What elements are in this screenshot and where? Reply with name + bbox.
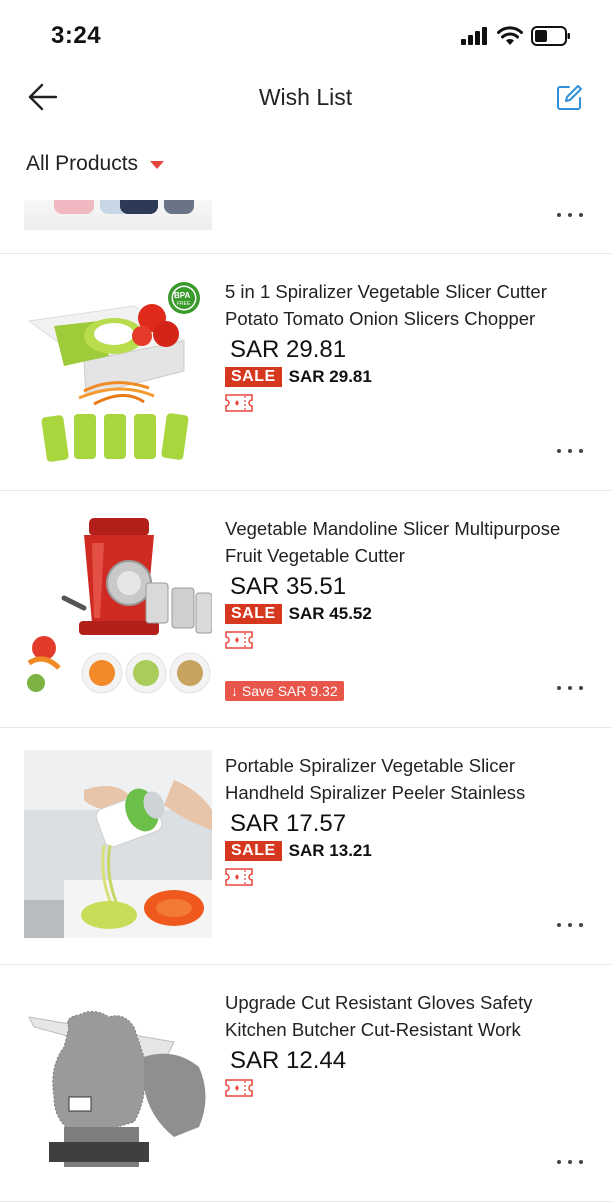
product-title[interactable]: Upgrade Cut Resistant Gloves Safety Kitc…	[225, 989, 585, 1043]
bpa-free-badge-sublabel: FREE	[177, 301, 191, 307]
sale-price: SAR 13.21	[288, 841, 372, 860]
status-time: 3:24	[51, 22, 102, 49]
caret-down-icon	[150, 161, 165, 169]
product-image	[24, 750, 212, 938]
sale-row: SALE SAR 45.52	[225, 604, 372, 624]
list-item[interactable]: Vegetable Mandoline Slicer Multipurpose …	[0, 491, 611, 728]
sale-badge: SALE	[225, 604, 282, 624]
coupon-icon	[225, 631, 253, 649]
product-image	[24, 513, 212, 701]
product-image	[24, 200, 212, 230]
sale-badge: SALE	[225, 841, 282, 861]
more-options-button[interactable]	[557, 446, 583, 456]
bpa-free-badge-label: BPA	[174, 291, 191, 300]
product-title[interactable]: 5 in 1 Spiralizer Vegetable Slicer Cutte…	[225, 278, 585, 332]
wish-list: BPA FREE 5 in 1 Spiralizer Vegetable Sli…	[0, 254, 611, 1202]
product-title[interactable]: Portable Spiralizer Vegetable Slicer Han…	[225, 752, 585, 806]
list-item[interactable]: Portable Spiralizer Vegetable Slicer Han…	[0, 728, 611, 965]
coupon-icon	[225, 868, 253, 886]
more-options-button[interactable]	[557, 683, 583, 693]
savings-badge: ↓ Save SAR 9.32	[225, 681, 344, 701]
product-image: BPA FREE	[24, 276, 212, 464]
battery-icon	[531, 26, 570, 46]
more-options-button[interactable]	[557, 210, 583, 220]
status-bar: 3:24	[0, 0, 611, 72]
coupon-icon	[225, 394, 253, 412]
product-price: SAR 35.51	[230, 573, 347, 600]
sale-row: SALE SAR 13.21	[225, 841, 372, 861]
status-icons	[461, 26, 571, 46]
list-item[interactable]: Upgrade Cut Resistant Gloves Safety Kitc…	[0, 965, 611, 1202]
product-price: SAR 12.44	[230, 1047, 347, 1074]
filter-label: All Products	[26, 152, 139, 175]
cellular-signal-icon	[461, 27, 487, 45]
list-item[interactable]: BPA FREE 5 in 1 Spiralizer Vegetable Sli…	[0, 254, 611, 491]
navigation-bar: Wish List	[0, 72, 611, 128]
product-title[interactable]: Vegetable Mandoline Slicer Multipurpose …	[225, 515, 585, 569]
sale-price: SAR 45.52	[288, 604, 372, 623]
wifi-icon	[497, 26, 523, 45]
product-price: SAR 17.57	[230, 810, 347, 837]
sale-row: SALE SAR 29.81	[225, 367, 372, 387]
edit-icon	[557, 85, 582, 110]
product-filter-dropdown[interactable]: All Products	[26, 152, 165, 176]
list-item[interactable]	[0, 200, 611, 254]
sale-badge: SALE	[225, 367, 282, 387]
page-title: Wish List	[258, 84, 353, 110]
more-options-button[interactable]	[557, 1157, 583, 1167]
sale-price: SAR 29.81	[288, 367, 372, 386]
more-options-button[interactable]	[557, 920, 583, 930]
coupon-icon	[225, 1079, 253, 1097]
edit-button[interactable]	[555, 84, 583, 112]
product-image	[24, 987, 212, 1175]
product-price: SAR 29.81	[230, 336, 347, 363]
